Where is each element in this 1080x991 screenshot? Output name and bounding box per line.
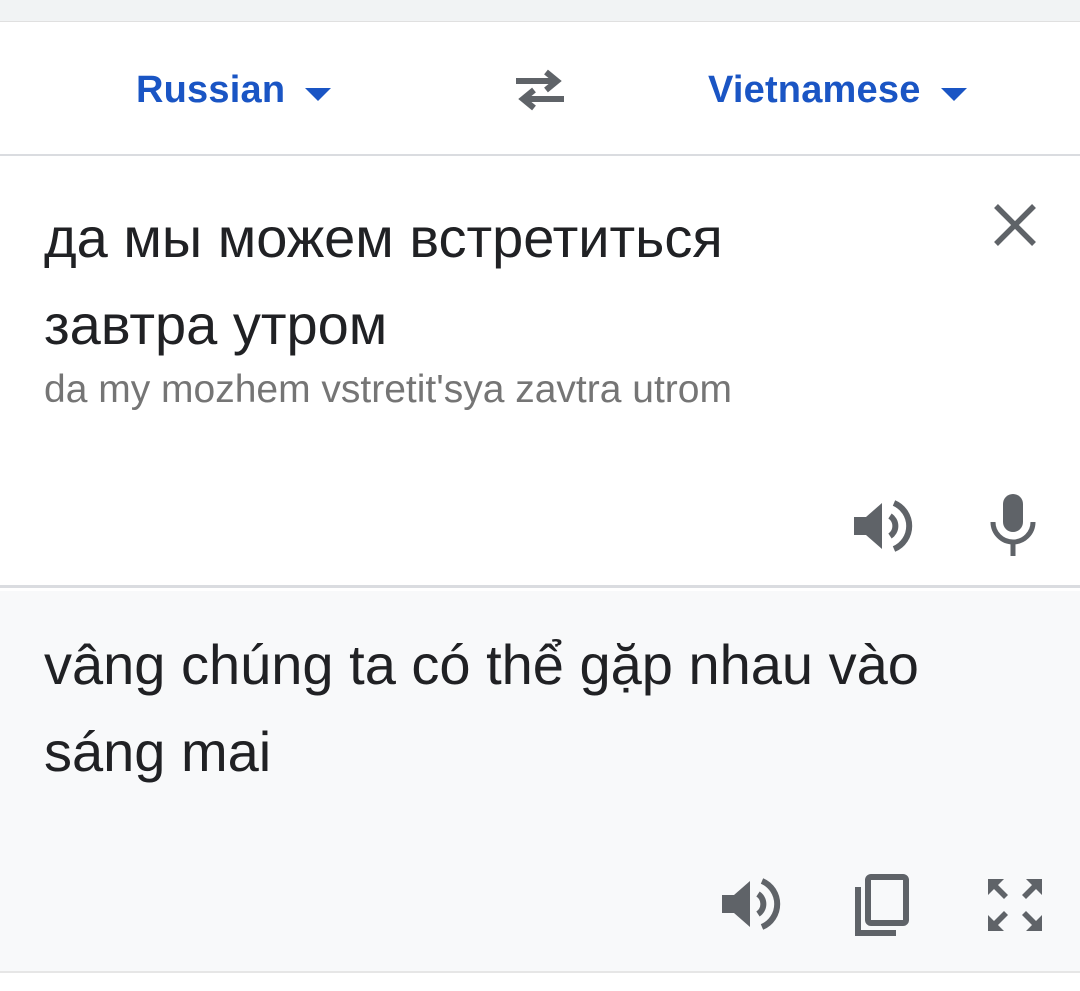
target-language-selector[interactable]: Vietnamese <box>708 66 967 114</box>
translation-text: vâng chúng ta có thể gặp nhau vào sáng m… <box>44 633 919 783</box>
source-language-selector[interactable]: Russian <box>136 66 332 114</box>
source-panel: да мы можем встретиться завтра утром da … <box>0 156 1080 588</box>
microphone-button[interactable] <box>985 492 1041 560</box>
swap-arrows-icon <box>516 69 564 111</box>
language-bar: Russian Vietnamese <box>0 22 1080 156</box>
copy-icon <box>855 874 909 936</box>
swap-languages-button[interactable] <box>510 66 570 116</box>
caret-down-icon <box>940 87 967 101</box>
speaker-icon <box>854 500 913 552</box>
source-text-input[interactable]: да мы можем встретиться завтра утром <box>44 194 894 368</box>
top-strip <box>0 0 1080 22</box>
fullscreen-icon <box>988 879 1042 931</box>
source-language-label: Russian <box>136 68 286 111</box>
target-language-label: Vietnamese <box>708 68 921 111</box>
transliteration-text: da my mozhem vstretit'sya zavtra utrom <box>44 368 732 411</box>
fullscreen-button[interactable] <box>984 875 1046 935</box>
translation-panel: vâng chúng ta có thể gặp nhau vào sáng m… <box>0 591 1080 973</box>
translate-screen: Russian Vietnamese да мы можем встретить… <box>0 0 1080 991</box>
caret-down-icon <box>305 87 332 101</box>
source-listen-button[interactable] <box>850 496 916 556</box>
microphone-icon <box>990 494 1036 556</box>
close-icon <box>994 204 1036 246</box>
translation-listen-button[interactable] <box>718 873 784 935</box>
clear-input-button[interactable] <box>990 200 1040 250</box>
speaker-icon <box>722 878 781 930</box>
copy-translation-button[interactable] <box>852 873 912 937</box>
